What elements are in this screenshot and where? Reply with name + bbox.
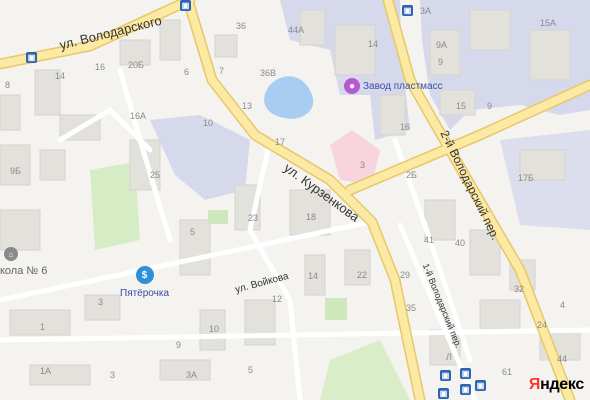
house-number: 36B (260, 68, 277, 78)
poi-label-school: кола № 6 (0, 265, 48, 277)
house-number: 3A (186, 370, 198, 380)
house-number: 15A (540, 18, 557, 28)
building (429, 29, 461, 76)
building (469, 9, 511, 51)
building (39, 149, 66, 181)
house-number: 23 (248, 213, 259, 223)
house-number: 3 (360, 160, 366, 170)
building (159, 359, 211, 381)
poi-school[interactable]: ⌂ (4, 247, 18, 261)
building (479, 299, 521, 331)
house-number: 6 (184, 67, 190, 77)
poi-label: Завод пластмасс (363, 80, 443, 92)
building (0, 209, 41, 251)
house-number: 18 (306, 212, 317, 222)
house-number: 9Б (10, 166, 21, 176)
house-number: 17Б (518, 173, 534, 183)
house-number: 1A (40, 366, 52, 376)
brand-first-letter: Я (528, 376, 541, 393)
house-number: Л (446, 352, 452, 362)
park-area (208, 210, 228, 224)
school-icon: ⌂ (4, 247, 18, 261)
house-number: 16 (400, 122, 411, 132)
house-number: 9 (438, 57, 444, 67)
house-number: 3 (98, 297, 104, 307)
map-base-layer (0, 0, 590, 400)
house-number: 24 (537, 320, 548, 330)
house-number: 20Б (128, 60, 144, 70)
house-number: 36 (236, 21, 247, 31)
building (214, 34, 238, 58)
bus-stop-icon[interactable]: ▣ (440, 370, 451, 381)
bus-stop-icon[interactable]: ▣ (438, 388, 449, 399)
poi-label: Пятёрочка (120, 288, 170, 299)
house-number: 1 (40, 322, 46, 332)
bus-stop-icon[interactable]: ▣ (180, 0, 191, 11)
house-number: 9 (176, 340, 182, 350)
house-number: 29 (400, 270, 411, 280)
house-number: 41 (424, 235, 435, 245)
house-number: 10 (209, 324, 220, 334)
bus-stop-icon[interactable]: ▣ (402, 5, 413, 16)
poi-plastics-factory[interactable]: ● Завод пластмасс (344, 78, 443, 94)
house-number: 14 (368, 39, 379, 49)
house-number: 14 (55, 71, 66, 81)
house-number: 5 (248, 365, 254, 375)
bus-stop-icon[interactable]: ▣ (26, 52, 37, 63)
building (0, 94, 21, 131)
house-number: 44A (288, 25, 305, 35)
house-number: 61 (502, 367, 513, 377)
house-number: 2Б (406, 170, 417, 180)
building (334, 24, 376, 76)
building (29, 364, 91, 386)
bus-stop-icon[interactable]: ▣ (460, 368, 471, 379)
house-number: 4 (560, 300, 566, 310)
bus-stop-icon[interactable]: ▣ (475, 380, 486, 391)
house-number: 8 (5, 80, 11, 90)
house-number: 10 (203, 118, 214, 128)
building (529, 29, 571, 81)
house-number: 14 (308, 271, 319, 281)
house-number: 3A (420, 6, 432, 16)
house-number: 17 (275, 137, 286, 147)
building (0, 144, 31, 186)
house-number: 35 (406, 303, 417, 313)
house-number: 15 (456, 101, 467, 111)
house-number: 9 (487, 101, 493, 111)
house-number: 12 (272, 294, 283, 304)
house-number: 3 (110, 370, 116, 380)
house-number: 16 (95, 62, 106, 72)
park-area (325, 298, 347, 320)
bus-stop-icon[interactable]: ▣ (460, 384, 471, 395)
house-number: 13 (242, 101, 253, 111)
house-number: 16A (130, 111, 147, 121)
shopping-bag-icon: $ (135, 266, 154, 284)
yandex-logo[interactable]: Яндекс (529, 376, 584, 394)
house-number: 40 (455, 238, 466, 248)
factory-icon: ● (344, 78, 360, 94)
brand-rest: ндекс (540, 376, 584, 393)
pond (264, 76, 314, 119)
house-number: 22 (357, 270, 368, 280)
map-view[interactable]: ул. Володарского ул. Курзенкова ул. Войк… (0, 0, 590, 400)
house-number: 25 (150, 170, 161, 180)
house-number: 5 (190, 227, 196, 237)
park-area (320, 340, 410, 400)
house-number: 44 (557, 354, 568, 364)
poi-pyaterochka[interactable]: $ Пятёрочка (120, 266, 169, 299)
house-number: 32 (514, 284, 525, 294)
house-number: 9A (436, 40, 448, 50)
house-number: 7 (219, 66, 225, 76)
